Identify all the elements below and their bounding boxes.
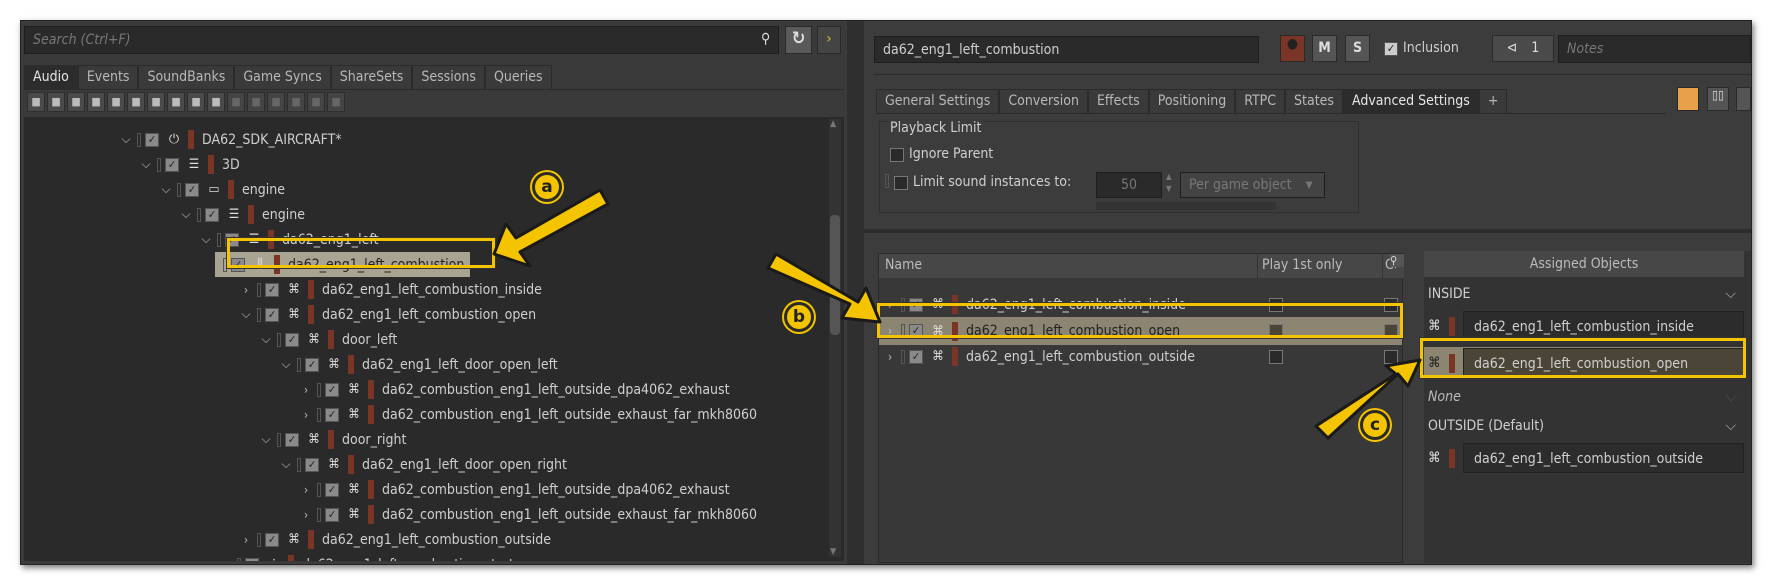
annotation-b: b: [784, 302, 814, 332]
annotation-a: a: [532, 172, 562, 202]
annotation-c: c: [1360, 410, 1390, 440]
annotation-arrows: [492, 188, 1422, 440]
